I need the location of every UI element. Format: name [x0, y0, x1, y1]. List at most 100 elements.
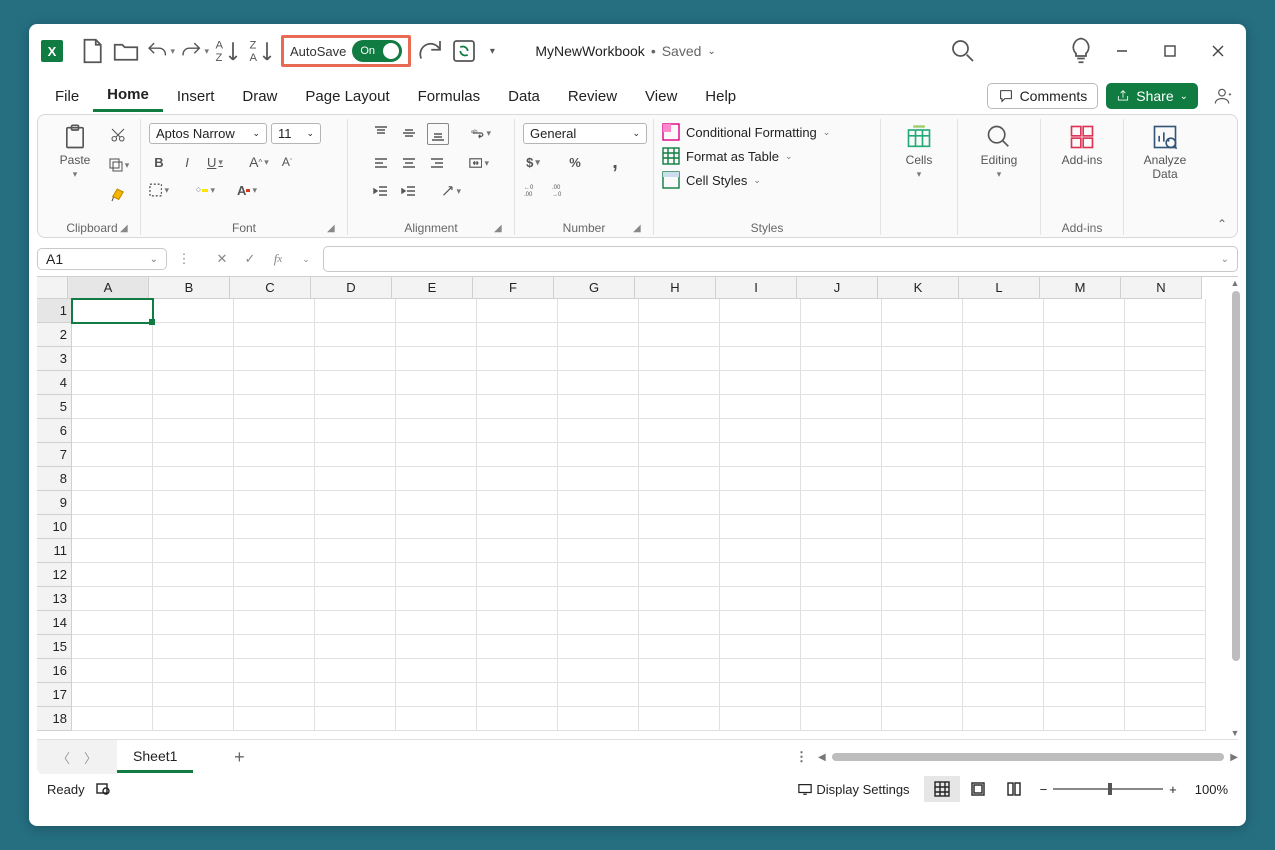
- cell-A10[interactable]: [72, 515, 153, 539]
- cell-J11[interactable]: [801, 539, 882, 563]
- cell-L14[interactable]: [963, 611, 1044, 635]
- cells-button[interactable]: Cells▾: [896, 123, 942, 180]
- row-header-18[interactable]: 18: [37, 707, 72, 731]
- cell-E12[interactable]: [396, 563, 477, 587]
- collapse-ribbon-icon[interactable]: ⌃: [1217, 217, 1227, 231]
- cell-L2[interactable]: [963, 323, 1044, 347]
- font-color-button[interactable]: A: [237, 180, 257, 200]
- cell-J9[interactable]: [801, 491, 882, 515]
- cell-J10[interactable]: [801, 515, 882, 539]
- copy-icon[interactable]: ▾: [104, 153, 132, 177]
- cell-E4[interactable]: [396, 371, 477, 395]
- cut-icon[interactable]: [104, 123, 132, 147]
- page-break-view-icon[interactable]: [996, 776, 1032, 802]
- cell-C16[interactable]: [234, 659, 315, 683]
- cell-A11[interactable]: [72, 539, 153, 563]
- col-header-C[interactable]: C: [230, 277, 311, 299]
- cell-J18[interactable]: [801, 707, 882, 731]
- cell-H17[interactable]: [639, 683, 720, 707]
- cell-L13[interactable]: [963, 587, 1044, 611]
- cell-D9[interactable]: [315, 491, 396, 515]
- cell-F6[interactable]: [477, 419, 558, 443]
- cancel-icon[interactable]: ✕: [211, 248, 233, 270]
- cell-H6[interactable]: [639, 419, 720, 443]
- cell-D1[interactable]: [315, 299, 396, 323]
- document-title[interactable]: MyNewWorkbook • Saved ⌄: [535, 43, 715, 59]
- format-as-table-button[interactable]: Format as Table⌄: [662, 147, 872, 165]
- cell-G1[interactable]: [558, 299, 639, 323]
- cell-N10[interactable]: [1125, 515, 1206, 539]
- cell-I15[interactable]: [720, 635, 801, 659]
- cell-D17[interactable]: [315, 683, 396, 707]
- cell-H5[interactable]: [639, 395, 720, 419]
- row-header-7[interactable]: 7: [37, 443, 72, 467]
- customize-qat-icon[interactable]: ▾: [483, 34, 501, 68]
- macro-record-icon[interactable]: [95, 780, 111, 799]
- scroll-up-icon[interactable]: ▲: [1230, 277, 1240, 289]
- cell-H7[interactable]: [639, 443, 720, 467]
- cell-D3[interactable]: [315, 347, 396, 371]
- cell-I10[interactable]: [720, 515, 801, 539]
- row-header-15[interactable]: 15: [37, 635, 72, 659]
- cell-G18[interactable]: [558, 707, 639, 731]
- cell-L8[interactable]: [963, 467, 1044, 491]
- align-left-icon[interactable]: [371, 153, 391, 173]
- cell-C8[interactable]: [234, 467, 315, 491]
- col-header-A[interactable]: A: [68, 277, 149, 299]
- cell-K5[interactable]: [882, 395, 963, 419]
- cell-D10[interactable]: [315, 515, 396, 539]
- cell-K6[interactable]: [882, 419, 963, 443]
- cell-M13[interactable]: [1044, 587, 1125, 611]
- bold-button[interactable]: B: [149, 152, 169, 172]
- cell-K15[interactable]: [882, 635, 963, 659]
- prev-sheet-icon[interactable]: 〈: [57, 748, 70, 767]
- cell-L9[interactable]: [963, 491, 1044, 515]
- cell-E7[interactable]: [396, 443, 477, 467]
- cell-B13[interactable]: [153, 587, 234, 611]
- minimize-button[interactable]: [1100, 34, 1144, 68]
- cell-M6[interactable]: [1044, 419, 1125, 443]
- cell-H3[interactable]: [639, 347, 720, 371]
- cell-H16[interactable]: [639, 659, 720, 683]
- cell-F16[interactable]: [477, 659, 558, 683]
- tab-home[interactable]: Home: [93, 80, 163, 112]
- comma-format-icon[interactable]: ,: [605, 152, 625, 172]
- row-header-14[interactable]: 14: [37, 611, 72, 635]
- cell-B14[interactable]: [153, 611, 234, 635]
- share-button[interactable]: Share ⌄: [1106, 83, 1198, 109]
- cell-C1[interactable]: [234, 299, 315, 323]
- row-header-16[interactable]: 16: [37, 659, 72, 683]
- cell-A18[interactable]: [72, 707, 153, 731]
- cell-G9[interactable]: [558, 491, 639, 515]
- cell-D2[interactable]: [315, 323, 396, 347]
- open-file-icon[interactable]: [111, 34, 141, 68]
- cell-C10[interactable]: [234, 515, 315, 539]
- tab-data[interactable]: Data: [494, 82, 554, 111]
- cell-N6[interactable]: [1125, 419, 1206, 443]
- cell-N15[interactable]: [1125, 635, 1206, 659]
- zoom-percent[interactable]: 100%: [1185, 782, 1238, 797]
- zoom-slider[interactable]: − +: [1040, 782, 1177, 797]
- name-box[interactable]: A1⌄: [37, 248, 167, 270]
- cell-K10[interactable]: [882, 515, 963, 539]
- cell-G13[interactable]: [558, 587, 639, 611]
- cell-K18[interactable]: [882, 707, 963, 731]
- col-header-H[interactable]: H: [635, 277, 716, 299]
- cell-F9[interactable]: [477, 491, 558, 515]
- cell-E13[interactable]: [396, 587, 477, 611]
- cell-H11[interactable]: [639, 539, 720, 563]
- cell-C3[interactable]: [234, 347, 315, 371]
- cell-E8[interactable]: [396, 467, 477, 491]
- cell-B9[interactable]: [153, 491, 234, 515]
- dialog-launcher-icon[interactable]: ◢: [120, 223, 132, 235]
- cell-K7[interactable]: [882, 443, 963, 467]
- cell-B5[interactable]: [153, 395, 234, 419]
- cell-N14[interactable]: [1125, 611, 1206, 635]
- col-header-L[interactable]: L: [959, 277, 1040, 299]
- scroll-right-icon[interactable]: ▶: [1230, 752, 1238, 763]
- cell-A14[interactable]: [72, 611, 153, 635]
- cell-A16[interactable]: [72, 659, 153, 683]
- horizontal-scrollbar[interactable]: ◀ ▶: [818, 752, 1238, 763]
- cell-B11[interactable]: [153, 539, 234, 563]
- align-bottom-icon[interactable]: [427, 123, 449, 145]
